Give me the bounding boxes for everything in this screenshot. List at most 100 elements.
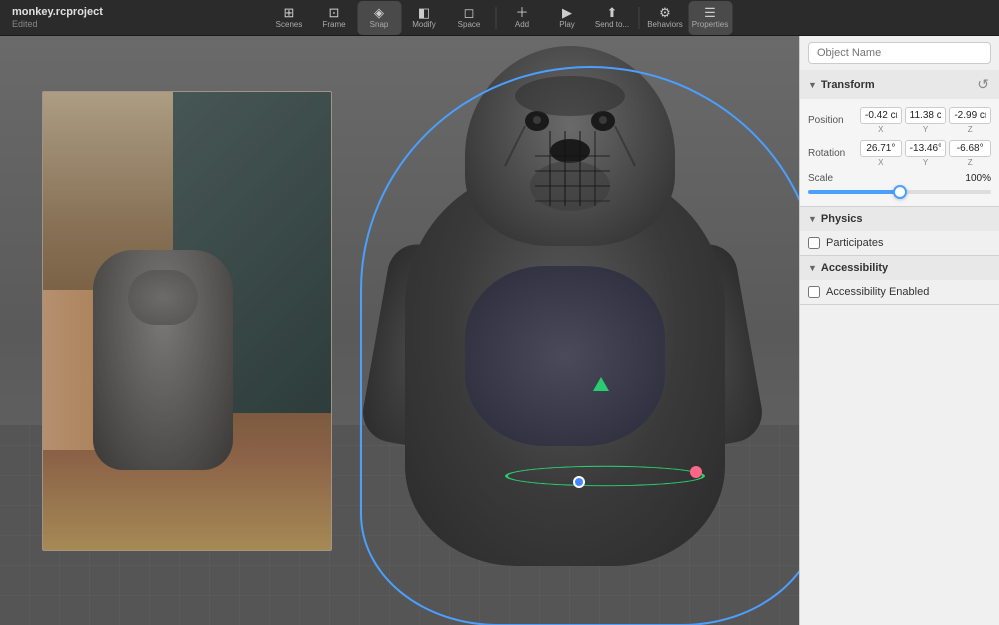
rotation-inputs: X Y Z — [860, 140, 991, 167]
rotation-x-group: X — [860, 140, 902, 167]
app-title-group: monkey.rcproject Edited — [8, 6, 103, 30]
transform-section: ▼ Transform ↺ Position X — [800, 70, 999, 207]
snap-label: Snap — [370, 20, 389, 29]
scale-slider-thumb[interactable] — [893, 185, 907, 199]
rotation-handle-blue[interactable] — [573, 476, 585, 488]
app-title: monkey.rcproject — [12, 6, 103, 19]
rotation-x-input[interactable] — [860, 140, 902, 157]
position-x-group: X — [860, 107, 902, 134]
accessibility-section-header[interactable]: ▼ Accessibility — [800, 256, 999, 280]
rotation-label: Rotation — [808, 148, 856, 159]
transform-label: Transform — [821, 79, 875, 91]
behaviors-icon: ⚙ — [659, 6, 671, 19]
transform-chevron-icon: ▼ — [808, 80, 817, 90]
scale-row: Scale 100% — [808, 173, 991, 184]
transform-section-content: Position X Y Z — [800, 99, 999, 206]
play-label: Play — [559, 20, 575, 29]
toolbar-panels-group: ⚙ Behaviors ☰ Properties — [643, 1, 732, 35]
rotation-y-group: Y — [905, 140, 947, 167]
scale-slider[interactable] — [808, 190, 991, 194]
snap-icon: ◈ — [374, 6, 384, 19]
rotation-x-label: X — [878, 158, 883, 167]
behaviors-label: Behaviors — [647, 20, 683, 29]
accessibility-section: ▼ Accessibility Accessibility Enabled — [800, 256, 999, 305]
physics-participates-label: Participates — [826, 237, 883, 249]
add-button[interactable]: ＋ Add — [500, 1, 544, 35]
modify-label: Modify — [412, 20, 436, 29]
physics-participates-row: Participates — [800, 231, 999, 255]
gorilla-chest — [465, 266, 665, 446]
app-subtitle: Edited — [12, 19, 103, 30]
toolbar-center-buttons: ⊞ Scenes ⊡ Frame ◈ Snap ◧ Modify ◻ Space — [267, 1, 732, 35]
photo-overlay — [43, 92, 331, 550]
space-label: Space — [458, 20, 481, 29]
space-icon: ◻ — [464, 6, 475, 19]
rotation-ring[interactable] — [505, 465, 705, 486]
accessibility-chevron-icon: ▼ — [808, 263, 817, 273]
rotation-z-input[interactable] — [949, 140, 991, 157]
viewport[interactable] — [0, 36, 799, 625]
physics-participates-checkbox[interactable] — [808, 237, 820, 249]
accessibility-label: Accessibility — [821, 262, 888, 274]
position-y-group: Y — [905, 107, 947, 134]
frame-label: Frame — [322, 20, 345, 29]
transform-section-header[interactable]: ▼ Transform ↺ — [800, 70, 999, 99]
behaviors-button[interactable]: ⚙ Behaviors — [643, 1, 687, 35]
rotation-z-label: Z — [968, 158, 973, 167]
physics-section: ▼ Physics Participates — [800, 207, 999, 256]
frame-icon: ⊡ — [329, 6, 340, 19]
properties-icon: ☰ — [704, 6, 716, 19]
toolbar-separator-2 — [638, 7, 639, 29]
photo-interior — [43, 92, 331, 550]
snap-button[interactable]: ◈ Snap — [357, 1, 401, 35]
rotation-triangle-indicator — [593, 377, 609, 391]
toolbar-action-group: ＋ Add ▶ Play ⬆ Send to... — [500, 1, 634, 35]
gorilla-3d-container — [320, 56, 799, 625]
position-z-label: Z — [968, 125, 973, 134]
scenes-icon: ⊞ — [284, 6, 295, 19]
toolbar-separator-1 — [495, 7, 496, 29]
accessibility-enabled-label: Accessibility Enabled — [826, 286, 929, 298]
send-to-button[interactable]: ⬆ Send to... — [590, 1, 634, 35]
position-z-input[interactable] — [949, 107, 991, 124]
physics-section-header[interactable]: ▼ Physics — [800, 207, 999, 231]
add-label: Add — [515, 20, 529, 29]
properties-button[interactable]: ☰ Properties — [688, 1, 732, 35]
position-z-group: Z — [949, 107, 991, 134]
modify-icon: ◧ — [418, 6, 430, 19]
send-label: Send to... — [595, 20, 629, 29]
space-button[interactable]: ◻ Space — [447, 1, 491, 35]
rotation-y-input[interactable] — [905, 140, 947, 157]
modify-button[interactable]: ◧ Modify — [402, 1, 446, 35]
add-icon: ＋ — [515, 6, 528, 19]
rotation-z-group: Z — [949, 140, 991, 167]
toolbar: monkey.rcproject Edited ⊞ Scenes ⊡ Frame… — [0, 0, 999, 36]
accessibility-enabled-checkbox[interactable] — [808, 286, 820, 298]
physics-label: Physics — [821, 213, 863, 225]
rotation-handle-pink[interactable] — [690, 466, 702, 478]
toolbar-view-group: ⊞ Scenes ⊡ Frame ◈ Snap ◧ Modify ◻ Space — [267, 1, 491, 35]
main-area: ▼ Transform ↺ Position X — [0, 36, 999, 625]
transform-section-title: ▼ Transform — [808, 79, 875, 91]
transform-reset-button[interactable]: ↺ — [975, 76, 991, 93]
play-button[interactable]: ▶ Play — [545, 1, 589, 35]
gorilla-face-svg — [465, 46, 675, 246]
physics-chevron-icon: ▼ — [808, 214, 817, 224]
scenes-button[interactable]: ⊞ Scenes — [267, 1, 311, 35]
play-icon: ▶ — [562, 6, 572, 19]
scenes-label: Scenes — [276, 20, 303, 29]
rotation-row: Rotation X Y Z — [808, 140, 991, 167]
scale-slider-wrap — [808, 190, 991, 194]
scale-value: 100% — [965, 173, 991, 184]
scale-label: Scale — [808, 173, 833, 184]
rotation-y-label: Y — [923, 158, 928, 167]
reference-photo — [42, 91, 332, 551]
position-row: Position X Y Z — [808, 107, 991, 134]
position-x-input[interactable] — [860, 107, 902, 124]
position-y-label: Y — [923, 125, 928, 134]
properties-label: Properties — [692, 20, 728, 29]
frame-button[interactable]: ⊡ Frame — [312, 1, 356, 35]
object-name-input[interactable] — [808, 42, 991, 64]
position-y-input[interactable] — [905, 107, 947, 124]
properties-panel: ▼ Transform ↺ Position X — [799, 36, 999, 625]
